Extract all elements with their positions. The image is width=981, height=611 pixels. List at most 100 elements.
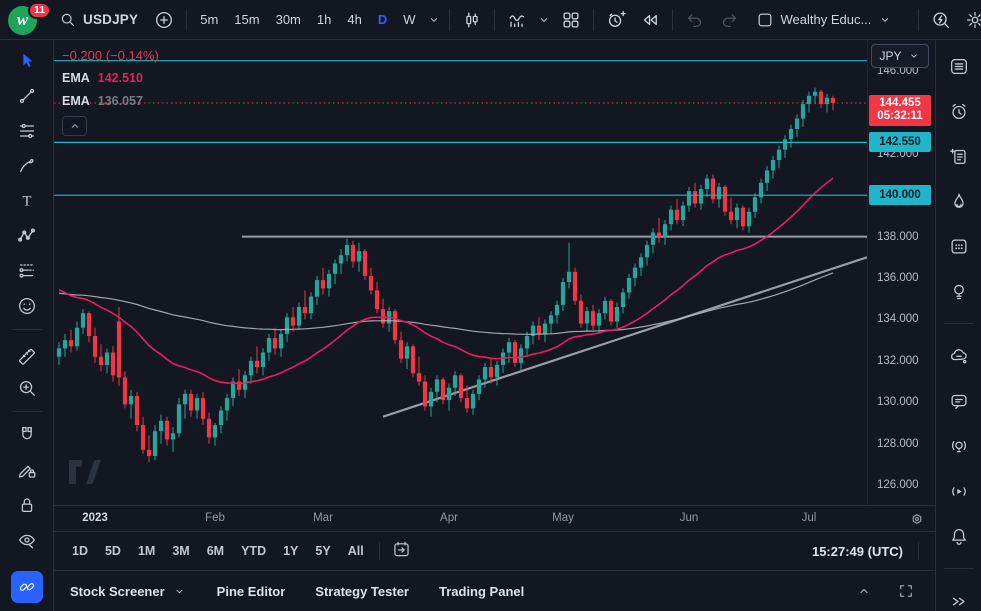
- range-All-button[interactable]: All: [340, 538, 372, 564]
- range-6M-button[interactable]: 6M: [199, 538, 232, 564]
- compare-add-button[interactable]: [148, 5, 180, 35]
- tool-brush-button[interactable]: [10, 150, 44, 182]
- range-1M-button[interactable]: 1M: [130, 538, 163, 564]
- quick-search-button[interactable]: [925, 5, 957, 35]
- tool-cursor-button[interactable]: [10, 45, 44, 77]
- gear-icon: [964, 9, 981, 31]
- range-5Y-button[interactable]: 5Y: [307, 538, 338, 564]
- interval-D-button[interactable]: D: [371, 5, 394, 35]
- range-toolbar: 1D5D1M3M6MYTD1Y5YAll 15:27:49 (UTC): [54, 531, 935, 570]
- bar-replay-button[interactable]: [634, 5, 666, 35]
- tool-ruler-button[interactable]: [10, 337, 44, 369]
- range-5D-button[interactable]: 5D: [97, 538, 129, 564]
- interval-30m-button[interactable]: 30m: [269, 5, 308, 35]
- create-alert-button[interactable]: [600, 5, 632, 35]
- sidebar-chat-button[interactable]: [942, 384, 976, 418]
- tool-magnet-button[interactable]: [10, 419, 44, 451]
- price-level-label[interactable]: 142.550: [869, 132, 931, 152]
- replay-icon: [639, 9, 661, 31]
- chevron-down-icon: [536, 12, 552, 28]
- notification-badge: 11: [28, 2, 51, 19]
- price-level-label[interactable]: 140.000: [869, 185, 931, 205]
- range-YTD-button[interactable]: YTD: [233, 538, 274, 564]
- price-chart[interactable]: −0.200 (−0.14%) EMA 142.510 EMA 136.057: [54, 40, 867, 505]
- sidebar-watchlist-button[interactable]: [942, 49, 976, 83]
- last-price-label: 144.45505:32:11: [869, 95, 931, 126]
- indicator-templates-button[interactable]: [535, 5, 553, 35]
- interval-menu-button[interactable]: [425, 5, 443, 35]
- range-1Y-button[interactable]: 1Y: [275, 538, 306, 564]
- undo-button[interactable]: [679, 5, 711, 35]
- chart-style-button[interactable]: [456, 5, 488, 35]
- sidebar-live-ideas-button[interactable]: [942, 429, 976, 463]
- expand-panel-button[interactable]: [851, 578, 877, 604]
- tool-fib-retracement-button[interactable]: [10, 115, 44, 147]
- time-axis[interactable]: 2023FebMarAprMayJunJul: [54, 505, 935, 531]
- panel-pine-editor-button[interactable]: Pine Editor: [217, 584, 286, 599]
- status-bar-icons: [851, 578, 919, 604]
- interval-W-button[interactable]: W: [396, 5, 422, 35]
- sidebar-ideas-button[interactable]: [942, 274, 976, 308]
- indicator-ema-slow[interactable]: EMA 136.057: [62, 93, 159, 109]
- clock-utc[interactable]: 15:27:49 (UTC): [812, 544, 911, 559]
- fullscreen-button[interactable]: [893, 578, 919, 604]
- chart-settings-button[interactable]: [959, 5, 981, 35]
- sidebar-minds-button[interactable]: [942, 339, 976, 373]
- sidebar-streams-button[interactable]: [942, 474, 976, 508]
- go-to-date-button[interactable]: [387, 538, 416, 564]
- chevron-down-icon: [172, 584, 187, 599]
- multichart-layout-button[interactable]: [555, 5, 587, 35]
- timezone-settings-icon[interactable]: [905, 507, 929, 531]
- tool-emoji-button[interactable]: [10, 290, 44, 322]
- journal-plus-icon: [948, 144, 970, 169]
- indicators-button[interactable]: [501, 5, 533, 35]
- tool-drawing-mode-lock-button[interactable]: [10, 454, 44, 486]
- tool-zoom-in-button[interactable]: [10, 372, 44, 404]
- sidebar-hotlists-button[interactable]: [942, 184, 976, 218]
- chevron-up-icon: [67, 118, 83, 134]
- legend-collapse-button[interactable]: [62, 116, 87, 136]
- tool-lock-all-drawings-button[interactable]: [10, 489, 44, 521]
- watchlist-icon: [948, 54, 970, 79]
- divider: [918, 9, 919, 31]
- sidebar-journal-plus-button[interactable]: [942, 139, 976, 173]
- account-menu[interactable]: w11: [6, 2, 48, 38]
- tool-xabcd-pattern-button[interactable]: [10, 220, 44, 252]
- symbol-search-button[interactable]: USDJPY: [50, 5, 146, 35]
- interval-1h-button[interactable]: 1h: [310, 5, 338, 35]
- interval-15m-button[interactable]: 15m: [227, 5, 266, 35]
- tool-text-button[interactable]: T: [10, 185, 44, 217]
- candlestick-chart[interactable]: [54, 40, 867, 505]
- indicators-icon: [506, 9, 528, 31]
- chevron-down-icon: [877, 12, 893, 28]
- right-sidebar: [935, 40, 981, 611]
- panel-label: Trading Panel: [439, 584, 524, 599]
- panel-trading-panel-button[interactable]: Trading Panel: [439, 584, 524, 599]
- currency-dropdown[interactable]: JPY: [871, 44, 929, 68]
- range-1D-button[interactable]: 1D: [64, 538, 96, 564]
- time-axis-label: Apr: [429, 506, 469, 531]
- trend-line-icon: [16, 84, 38, 108]
- interval-4h-button[interactable]: 4h: [340, 5, 368, 35]
- sidebar-alerts-button[interactable]: [942, 94, 976, 128]
- tradingview-watermark-icon: [68, 459, 102, 491]
- price-tick: 128.000: [877, 437, 919, 451]
- redo-button[interactable]: [713, 5, 745, 35]
- layout-menu-button[interactable]: Wealthy Educ...: [747, 5, 902, 35]
- tool-hide-all-drawings-button[interactable]: [10, 524, 44, 556]
- tool-trend-line-button[interactable]: [10, 80, 44, 112]
- indicator-ema-fast[interactable]: EMA 142.510: [62, 70, 159, 86]
- collapse-right-icon: [948, 589, 970, 611]
- tool-sync-drawings-button[interactable]: [11, 571, 43, 603]
- currency-label: JPY: [879, 49, 901, 63]
- panel-label: Pine Editor: [217, 584, 286, 599]
- panel-strategy-tester-button[interactable]: Strategy Tester: [315, 584, 409, 599]
- range-3M-button[interactable]: 3M: [164, 538, 197, 564]
- sidebar-calendar-button[interactable]: [942, 229, 976, 263]
- sidebar-collapse-right-button[interactable]: [942, 584, 976, 611]
- tool-forecast-button[interactable]: [10, 255, 44, 287]
- price-axis[interactable]: 146.000142.000138.000136.000134.000132.0…: [867, 40, 934, 505]
- panel-stock-screener-button[interactable]: Stock Screener: [70, 584, 187, 599]
- sidebar-notifications-button[interactable]: [942, 519, 976, 553]
- interval-5m-button[interactable]: 5m: [193, 5, 225, 35]
